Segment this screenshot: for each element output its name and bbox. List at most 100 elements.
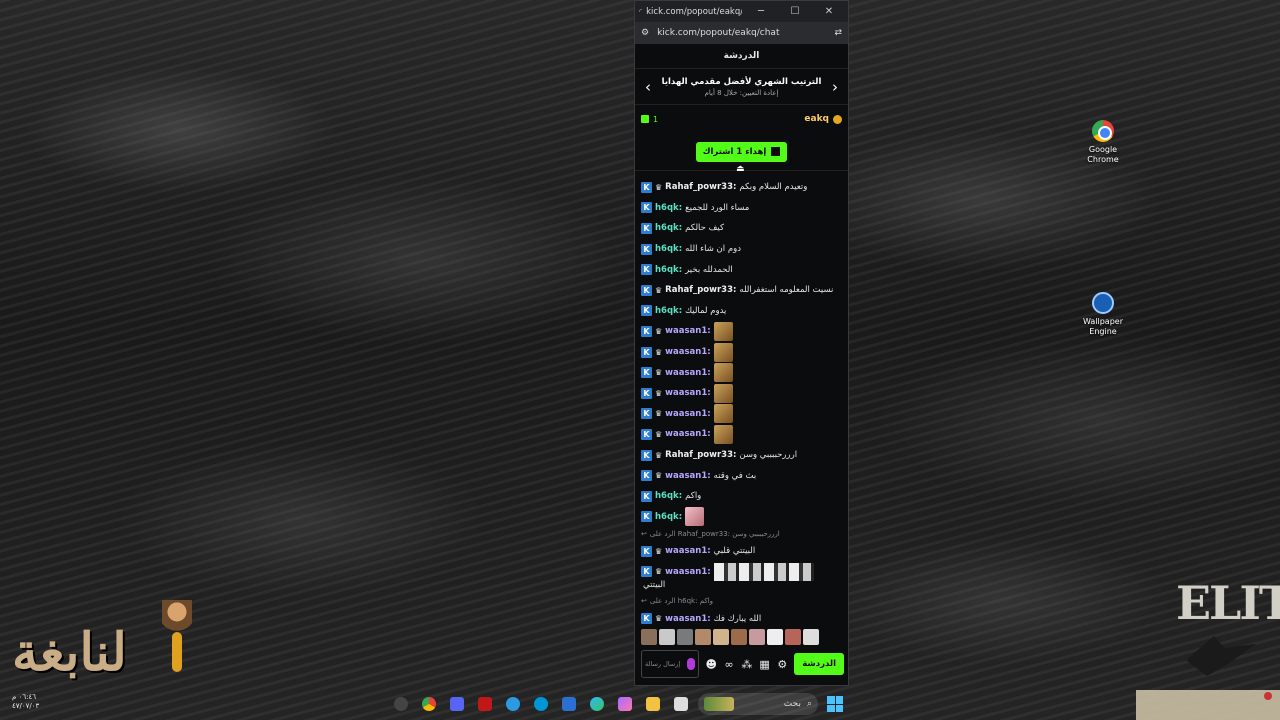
taskbar-app-obs[interactable] xyxy=(390,693,412,715)
gift-subscription-button[interactable]: إهداء 1 اشتراك xyxy=(695,141,788,162)
message-input[interactable]: إرسال رسالة xyxy=(641,650,700,678)
chat-message[interactable]: K ♛ waasan1: بث في وقته xyxy=(641,465,842,486)
message-username[interactable]: h6qk: xyxy=(655,265,682,275)
viewer-avatar[interactable] xyxy=(641,629,657,645)
top-gifter[interactable]: eakq xyxy=(804,114,842,124)
taskbar-app-store[interactable] xyxy=(558,693,580,715)
chat-message[interactable]: K ♛ waasan1: xyxy=(641,321,842,342)
taskbar-app-discord[interactable] xyxy=(446,693,468,715)
message-username[interactable]: waasan1: xyxy=(665,614,710,624)
notification-dot xyxy=(1264,692,1272,700)
message-username[interactable]: h6qk: xyxy=(655,203,682,213)
chevron-right-icon[interactable]: › xyxy=(828,78,842,96)
maximize-button[interactable]: ☐ xyxy=(780,6,810,17)
minimize-button[interactable]: ─ xyxy=(746,6,776,17)
message-username[interactable]: waasan1: xyxy=(665,388,710,398)
chat-message[interactable]: K ♛ Rahaf_powr33: وتعيدم السلام وبكم xyxy=(641,177,842,198)
chat-message[interactable]: K ♛ waasan1: xyxy=(641,342,842,363)
emoji-icon[interactable]: ☻ xyxy=(705,658,717,671)
system-clock[interactable]: ٠٦:٤٦ م ٤٧/٠٧/٠٣ xyxy=(12,693,39,711)
chat-message[interactable]: K ♛ waasan1: الله يبارك فك xyxy=(641,608,842,625)
chat-message[interactable]: K ♛ waasan1: xyxy=(641,383,842,404)
taskbar-app-hp[interactable] xyxy=(530,693,552,715)
viewer-avatar[interactable] xyxy=(767,629,783,645)
message-username[interactable]: h6qk: xyxy=(655,491,682,501)
viewer-avatar[interactable] xyxy=(659,629,675,645)
chat-message[interactable]: K ♛ waasan1: xyxy=(641,562,842,583)
chat-message[interactable]: Kh6qk: واكم xyxy=(641,486,842,507)
viewer-avatar[interactable] xyxy=(803,629,819,645)
viewer-avatar[interactable] xyxy=(677,629,693,645)
desktop-icon-wallpaper-engine[interactable]: Wallpaper Engine xyxy=(1073,292,1133,337)
chat-send-button[interactable]: الدردشة xyxy=(794,653,845,675)
message-username[interactable]: waasan1: xyxy=(665,567,710,577)
taskbar-app-mcafee[interactable] xyxy=(474,693,496,715)
users-icon[interactable]: ⁂ xyxy=(741,658,753,671)
url-text[interactable]: kick.com/popout/eakq/chat xyxy=(657,28,826,38)
chat-message[interactable]: K ♛ waasan1: xyxy=(641,362,842,383)
chat-message[interactable]: Kh6qk: مساء الورد للجميع xyxy=(641,198,842,219)
message-username[interactable]: h6qk: xyxy=(655,306,682,316)
taskbar-app-helper[interactable] xyxy=(502,693,524,715)
chat-message[interactable]: K ♛ waasan1: البيتتي قلبي xyxy=(641,541,842,562)
message-username[interactable]: h6qk: xyxy=(655,512,682,522)
translate-icon[interactable]: ⇄ xyxy=(834,28,842,38)
message-username[interactable]: waasan1: xyxy=(665,368,710,378)
crown-icon: ♛ xyxy=(655,409,663,419)
chat-messages[interactable]: K ♛ Rahaf_powr33: وتعيدم السلام وبكم Kh6qk: م… xyxy=(635,177,848,625)
message-username[interactable]: waasan1: xyxy=(665,429,710,439)
gift-icon xyxy=(771,147,781,156)
message-text: دوم ان شاء الله xyxy=(685,244,742,255)
gift-icon[interactable]: ▦ xyxy=(759,658,771,671)
chat-message[interactable]: K ♛ Rahaf_powr33: نسيت المعلومه استغفرالله xyxy=(641,280,842,301)
chat-message[interactable]: K ♛ waasan1: xyxy=(641,424,842,445)
message-username[interactable]: waasan1: xyxy=(665,471,710,481)
gear-icon[interactable]: ⚙ xyxy=(776,658,788,671)
message-username[interactable]: waasan1: xyxy=(665,326,710,336)
message-username[interactable]: waasan1: xyxy=(665,546,710,556)
message-username[interactable]: Rahaf_powr33: xyxy=(665,285,736,295)
key-icon xyxy=(172,632,182,672)
chat-message[interactable]: Kh6qk: دوم ان شاء الله xyxy=(641,239,842,260)
chat-message[interactable]: Kh6qk: الحمدلله بخير xyxy=(641,259,842,280)
close-button[interactable]: ✕ xyxy=(814,6,844,17)
start-button[interactable] xyxy=(824,693,846,715)
site-settings-icon[interactable]: ⚙ xyxy=(641,28,649,38)
viewer-avatar[interactable] xyxy=(749,629,765,645)
chevron-left-icon[interactable]: ‹ xyxy=(641,78,655,96)
taskbar-app-task[interactable] xyxy=(670,693,692,715)
taskbar-app-chrome[interactable] xyxy=(418,693,440,715)
message-username[interactable]: waasan1: xyxy=(665,347,710,357)
chat-message[interactable]: Kh6qk: يدوم لماليك xyxy=(641,301,842,322)
message-username[interactable]: Rahaf_powr33: xyxy=(665,182,736,192)
message-username[interactable]: h6qk: xyxy=(655,244,682,254)
message-username[interactable]: waasan1: xyxy=(665,409,710,419)
taskbar-app-copilot[interactable] xyxy=(614,693,636,715)
message-text: مساء الورد للجميع xyxy=(685,202,750,213)
chat-message[interactable]: K ♛ waasan1: xyxy=(641,404,842,425)
chat-message[interactable]: Kh6qk: كيف حالكم xyxy=(641,218,842,239)
viewer-avatar[interactable] xyxy=(785,629,801,645)
desktop-icon-chrome[interactable]: Google Chrome xyxy=(1073,120,1133,165)
mic-icon[interactable] xyxy=(687,658,696,670)
kick-badge-icon: K xyxy=(641,490,652,502)
copilot-icon xyxy=(618,697,632,711)
kick-badge-icon: K xyxy=(641,566,652,578)
kick-badge-icon: K xyxy=(641,305,652,317)
kick-badge-icon: K xyxy=(641,511,652,523)
message-username[interactable]: h6qk: xyxy=(655,223,682,233)
viewer-avatar[interactable] xyxy=(713,629,729,645)
message-username[interactable]: Rahaf_powr33: xyxy=(665,450,736,460)
taskbar-app-edge[interactable] xyxy=(586,693,608,715)
viewer-avatar[interactable] xyxy=(731,629,747,645)
infinity-icon[interactable]: ∞ xyxy=(723,658,735,671)
chat-message[interactable]: Kh6qk: xyxy=(641,507,842,528)
scroll-up-icon[interactable]: ⏏ xyxy=(736,164,745,174)
taskbar-search[interactable]: بحث ⌕ xyxy=(698,693,818,715)
chat-message[interactable]: K ♛ Rahaf_powr33: ارررحببببي وسن xyxy=(641,445,842,466)
tray-notification[interactable] xyxy=(1136,690,1280,720)
viewer-avatars xyxy=(641,629,828,645)
kick-badge-icon: K xyxy=(641,181,652,193)
taskbar-app-explorer[interactable] xyxy=(642,693,664,715)
viewer-avatar[interactable] xyxy=(695,629,711,645)
